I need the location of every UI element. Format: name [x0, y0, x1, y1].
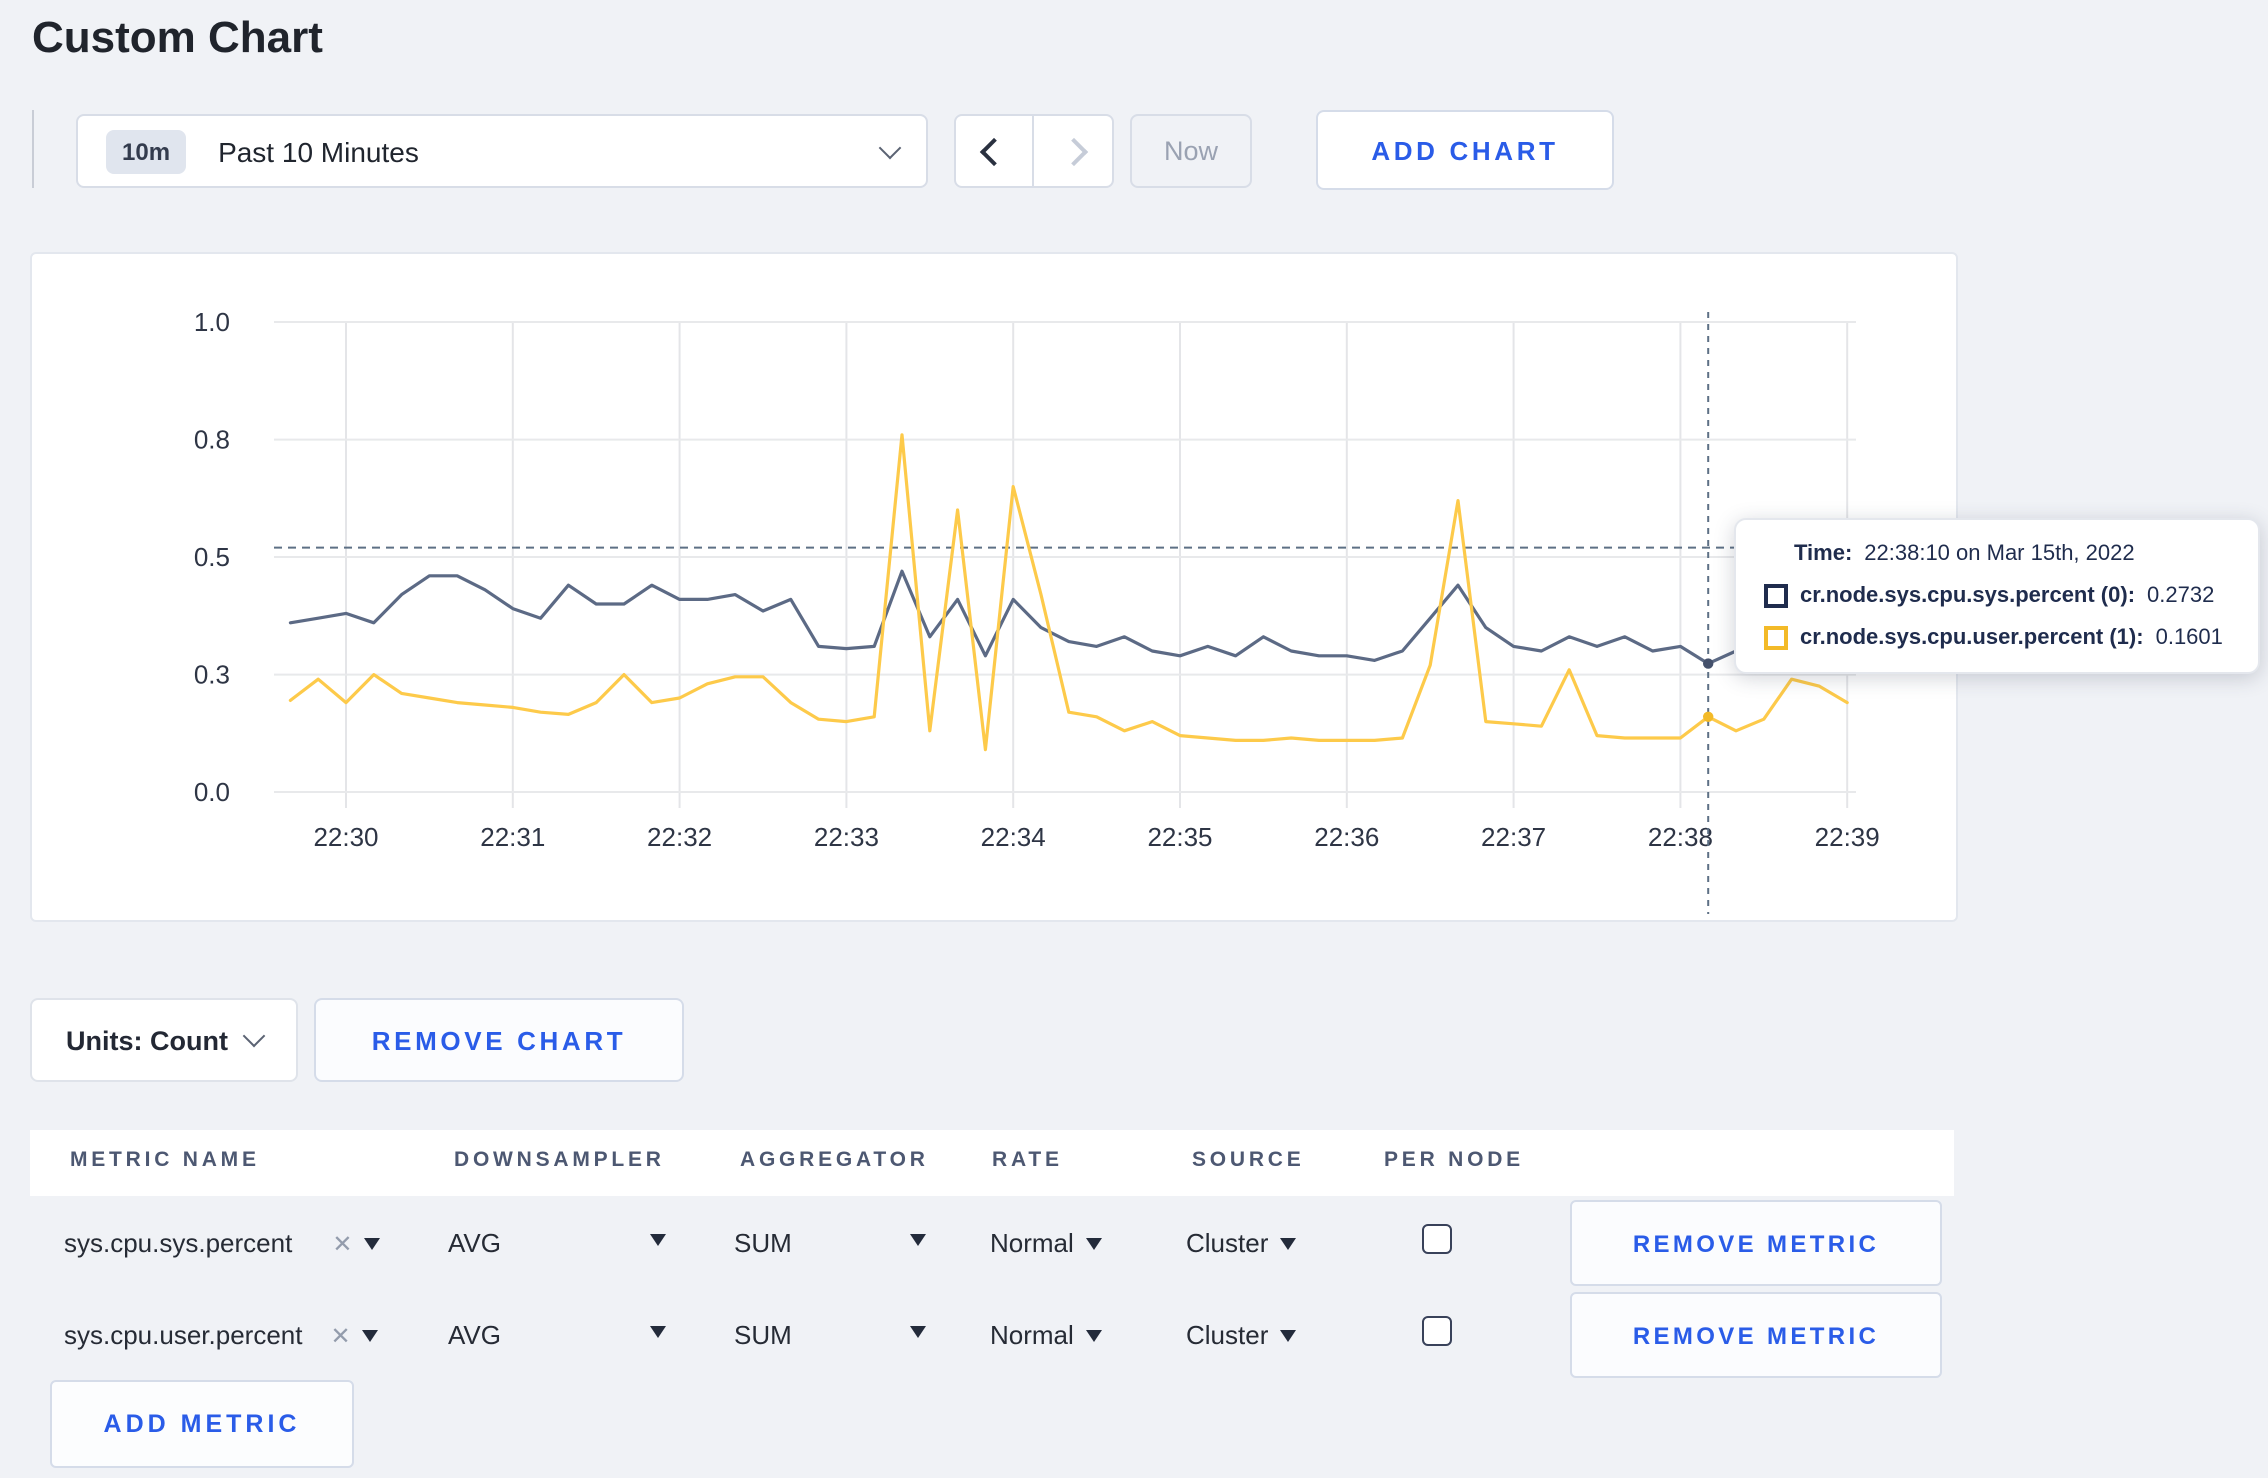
custom-chart-page: Custom Chart 10m Past 10 Minutes Now ADD… — [0, 0, 2268, 1478]
col-header-source: SOURCE — [1192, 1148, 1305, 1172]
svg-text:22:37: 22:37 — [1481, 822, 1546, 852]
now-button[interactable]: Now — [1130, 114, 1252, 188]
time-forward-button[interactable] — [1034, 116, 1112, 186]
toolbar-divider — [32, 110, 34, 188]
caret-down-icon[interactable] — [650, 1234, 666, 1246]
tooltip-time-value: 22:38:10 on Mar 15th, 2022 — [1864, 542, 2135, 566]
time-back-button[interactable] — [956, 116, 1034, 186]
col-header-downsampler: DOWNSAMPLER — [454, 1148, 665, 1172]
svg-text:22:32: 22:32 — [647, 822, 712, 852]
caret-down-icon — [1085, 1329, 1102, 1341]
source-value: Cluster — [1186, 1320, 1269, 1350]
source-select[interactable]: Cluster — [1186, 1320, 1297, 1350]
col-header-metric-name: METRIC NAME — [70, 1148, 260, 1172]
caret-down-icon — [1280, 1329, 1297, 1341]
svg-text:0.5: 0.5 — [194, 542, 230, 572]
time-window-badge: 10m — [106, 129, 187, 173]
rate-value: Normal — [990, 1320, 1074, 1350]
cpu-usage-chart[interactable]: 22:30 22:31 22:32 22:33 22:34 22:35 22:36 22:37… — [32, 254, 1956, 920]
tooltip-series-label: cr.node.sys.cpu.user.percent (1): — [1800, 626, 2144, 650]
metrics-table-header: METRIC NAME DOWNSAMPLER AGGREGATOR RATE … — [30, 1130, 1954, 1196]
caret-down-icon[interactable] — [910, 1326, 926, 1338]
caret-down-icon — [1085, 1237, 1102, 1249]
aggregator-select[interactable]: SUM — [734, 1320, 792, 1350]
tooltip-series-value: 0.1601 — [2155, 626, 2223, 650]
remove-x-icon[interactable]: ✕ — [332, 1229, 352, 1257]
col-header-per-node: PER NODE — [1384, 1148, 1524, 1172]
chevron-left-icon — [979, 136, 1009, 166]
svg-text:22:38: 22:38 — [1648, 822, 1713, 852]
time-window-select[interactable]: 10m Past 10 Minutes — [76, 114, 928, 188]
svg-text:0.8: 0.8 — [194, 425, 230, 455]
tooltip-series-label: cr.node.sys.cpu.sys.percent (0): — [1800, 584, 2136, 608]
metric-name-select[interactable]: sys.cpu.sys.percent ✕ — [64, 1228, 381, 1258]
col-header-aggregator: AGGREGATOR — [740, 1148, 929, 1172]
caret-down-icon[interactable] — [910, 1234, 926, 1246]
svg-text:22:35: 22:35 — [1147, 822, 1212, 852]
tooltip-time-row: Time: 22:38:10 on Mar 15th, 2022 — [1794, 542, 2230, 566]
metric-name-label: sys.cpu.user.percent — [64, 1320, 303, 1350]
tooltip-series-value: 0.2732 — [2147, 584, 2215, 608]
aggregator-value: SUM — [734, 1228, 792, 1258]
source-select[interactable]: Cluster — [1186, 1228, 1297, 1258]
svg-text:22:31: 22:31 — [480, 822, 545, 852]
remove-chart-button[interactable]: REMOVE CHART — [314, 998, 684, 1082]
svg-text:22:36: 22:36 — [1314, 822, 1379, 852]
time-pager — [954, 114, 1114, 188]
chart-tooltip: Time: 22:38:10 on Mar 15th, 2022 cr.node… — [1734, 518, 2260, 674]
remove-metric-button[interactable]: REMOVE METRIC — [1570, 1292, 1942, 1378]
caret-down-icon — [362, 1329, 379, 1341]
remove-x-icon[interactable]: ✕ — [330, 1321, 350, 1349]
aggregator-select[interactable]: SUM — [734, 1228, 792, 1258]
add-chart-button[interactable]: ADD CHART — [1316, 110, 1614, 190]
chevron-right-icon — [1058, 136, 1088, 166]
svg-text:22:30: 22:30 — [313, 822, 378, 852]
chevron-down-icon — [242, 1024, 266, 1048]
source-value: Cluster — [1186, 1228, 1269, 1258]
aggregator-value: SUM — [734, 1320, 792, 1350]
units-select[interactable]: Units: Count — [30, 998, 298, 1082]
table-row: sys.cpu.sys.percent ✕ AVG SUM Normal Clu… — [0, 1196, 2268, 1288]
downsampler-value: AVG — [448, 1228, 501, 1258]
remove-metric-button[interactable]: REMOVE METRIC — [1570, 1200, 1942, 1286]
per-node-checkbox[interactable] — [1422, 1316, 1452, 1346]
svg-text:22:39: 22:39 — [1815, 822, 1880, 852]
rate-value: Normal — [990, 1228, 1074, 1258]
units-label: Units: Count — [66, 1025, 228, 1055]
caret-down-icon — [364, 1237, 381, 1249]
svg-text:1.0: 1.0 — [194, 307, 230, 337]
col-header-rate: RATE — [992, 1148, 1063, 1172]
chevron-down-icon — [878, 135, 902, 159]
caret-down-icon[interactable] — [650, 1326, 666, 1338]
series-color-swatch-user — [1764, 626, 1788, 650]
metric-name-select[interactable]: sys.cpu.user.percent ✕ — [64, 1320, 379, 1350]
tooltip-time-label: Time: — [1794, 542, 1853, 566]
chart-card: 22:30 22:31 22:32 22:33 22:34 22:35 22:36 22:37… — [30, 252, 2260, 922]
table-row: sys.cpu.user.percent ✕ AVG SUM Normal Cl… — [0, 1288, 2268, 1380]
downsampler-select[interactable]: AVG — [448, 1228, 501, 1258]
per-node-checkbox[interactable] — [1422, 1224, 1452, 1254]
page-title: Custom Chart — [32, 12, 323, 62]
svg-text:22:33: 22:33 — [814, 822, 879, 852]
downsampler-select[interactable]: AVG — [448, 1320, 501, 1350]
svg-text:0.0: 0.0 — [194, 777, 230, 807]
svg-text:22:34: 22:34 — [981, 822, 1046, 852]
caret-down-icon — [1280, 1237, 1297, 1249]
downsampler-value: AVG — [448, 1320, 501, 1350]
series-color-swatch-sys — [1764, 584, 1788, 608]
rate-select[interactable]: Normal — [990, 1320, 1102, 1350]
metric-name-label: sys.cpu.sys.percent — [64, 1228, 293, 1258]
time-window-label: Past 10 Minutes — [218, 135, 419, 167]
add-metric-button[interactable]: ADD METRIC — [50, 1380, 354, 1468]
svg-text:0.3: 0.3 — [194, 660, 230, 690]
tooltip-series-row: cr.node.sys.cpu.sys.percent (0): 0.2732 — [1764, 584, 2230, 608]
tooltip-series-row: cr.node.sys.cpu.user.percent (1): 0.1601 — [1764, 626, 2230, 650]
rate-select[interactable]: Normal — [990, 1228, 1102, 1258]
